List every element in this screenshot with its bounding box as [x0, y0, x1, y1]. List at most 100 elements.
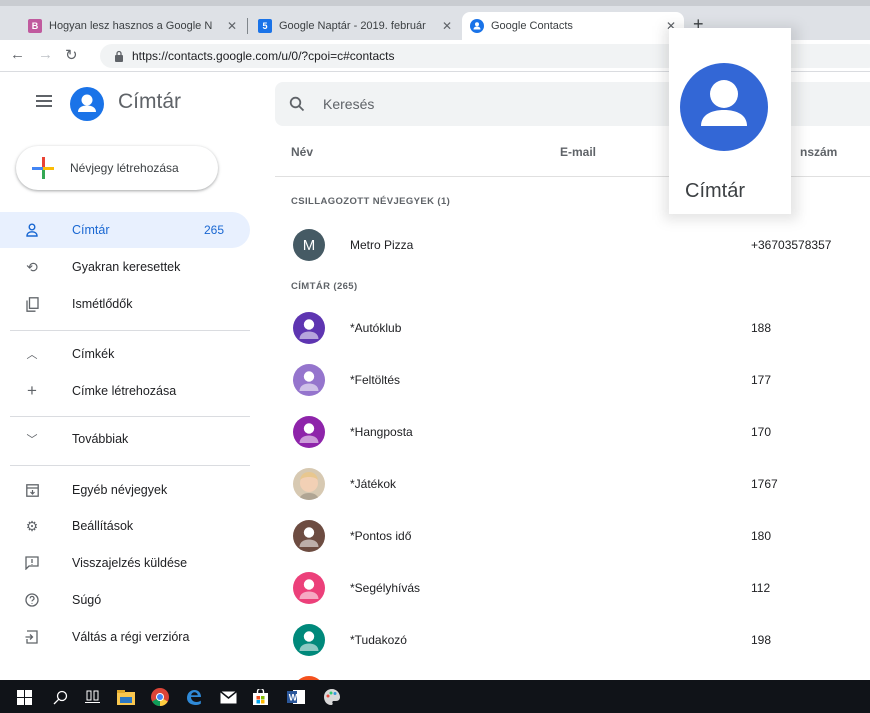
- sidebar-item-label: Beállítások: [72, 519, 134, 533]
- sidebar-item-label: Címkék: [72, 347, 115, 361]
- chrome-icon[interactable]: [150, 687, 170, 707]
- exit-icon: [24, 629, 40, 645]
- column-header-phone[interactable]: nszám: [800, 145, 837, 159]
- sidebar-item-other-contacts[interactable]: Egyéb névjegyek: [0, 472, 250, 508]
- blogger-favicon-icon: B: [28, 19, 42, 33]
- contact-row[interactable]: *Pontos idő 180: [275, 510, 870, 562]
- back-icon[interactable]: ←: [10, 46, 25, 63]
- sidebar-item-more[interactable]: ﹀ Továbbiak: [0, 421, 250, 457]
- forward-icon[interactable]: →: [38, 46, 53, 63]
- zoom-callout: Címtár: [669, 28, 791, 214]
- file-explorer-icon[interactable]: [116, 687, 136, 707]
- gear-icon: ⚙: [25, 517, 39, 534]
- sidebar-item-contacts[interactable]: Címtár 265: [0, 212, 250, 248]
- contact-phone: 177: [751, 373, 772, 387]
- sidebar-item-duplicates[interactable]: Ismétlődők: [0, 286, 250, 322]
- browser-tab[interactable]: B Hogyan lesz hasznos a Google N ✕: [20, 12, 245, 40]
- browser-tab[interactable]: 5 Google Naptár - 2019. február ✕: [250, 12, 460, 40]
- contact-row[interactable]: *Játékok 1767: [275, 458, 870, 510]
- contact-name: Metro Pizza: [350, 238, 414, 252]
- search-icon: [289, 96, 305, 112]
- contact-phone: +36703578357: [751, 238, 832, 252]
- plus-icon: [32, 157, 54, 179]
- contact-row[interactable]: *Tudakozó 198: [275, 614, 870, 666]
- chevron-up-icon: ︿: [26, 349, 38, 361]
- contact-name: *Tudakozó: [350, 633, 407, 647]
- sidebar-item-frequent[interactable]: ⟲ Gyakran keresettek: [0, 249, 250, 285]
- create-contact-label: Névjegy létrehozása: [70, 161, 179, 175]
- sidebar-item-feedback[interactable]: Visszajelzés küldése: [0, 545, 250, 581]
- sidebar-item-label: Súgó: [72, 593, 102, 607]
- close-icon[interactable]: ✕: [442, 19, 452, 33]
- avatar: [293, 624, 325, 656]
- sidebar-divider: [10, 465, 250, 466]
- search-placeholder: Keresés: [323, 96, 375, 112]
- column-header-email[interactable]: E-mail: [560, 145, 596, 159]
- tab-title: Google Naptár - 2019. február: [279, 20, 426, 32]
- word-icon[interactable]: W: [286, 687, 306, 707]
- sidebar-item-labels[interactable]: ︿ Címkék: [0, 336, 250, 372]
- avatar: M: [293, 229, 325, 261]
- contact-name: *Játékok: [350, 477, 397, 491]
- contact-name: *Pontos idő: [350, 529, 412, 543]
- calendar-favicon-icon: 5: [258, 19, 272, 33]
- contact-phone: 198: [751, 633, 772, 647]
- edge-icon[interactable]: [184, 687, 204, 707]
- sidebar-item-help[interactable]: Súgó: [0, 582, 250, 618]
- contact-phone: 112: [751, 581, 771, 595]
- search-icon[interactable]: [50, 687, 70, 707]
- lock-icon: [115, 50, 123, 62]
- sidebar-item-create-label[interactable]: + Címke létrehozása: [0, 373, 250, 409]
- contact-row[interactable]: *Hangposta 170: [275, 406, 870, 458]
- sidebar-item-old-version[interactable]: Váltás a régi verzióra: [0, 619, 250, 655]
- sidebar-divider: [10, 330, 250, 331]
- column-header-name[interactable]: Név: [291, 145, 313, 159]
- mail-icon[interactable]: [218, 687, 238, 707]
- contact-name: *Segélyhívás: [350, 581, 421, 595]
- zoom-title: Címtár: [685, 180, 745, 202]
- sidebar-item-label: Egyéb névjegyek: [72, 483, 168, 497]
- sidebar-item-settings[interactable]: ⚙ Beállítások: [0, 508, 250, 544]
- contact-row[interactable]: *Segélyhívás 112: [275, 562, 870, 614]
- contacts-logo-icon: [680, 63, 768, 151]
- close-icon[interactable]: ✕: [227, 19, 237, 33]
- store-icon[interactable]: [250, 687, 270, 707]
- contact-row[interactable]: M Metro Pizza +36703578357: [275, 219, 870, 271]
- avatar: [293, 520, 325, 552]
- contacts-section-header: CÍMTÁR (265): [291, 281, 358, 292]
- avatar: [293, 468, 325, 500]
- history-icon: ⟲: [26, 258, 38, 275]
- sidebar-item-label: Továbbiak: [72, 432, 129, 446]
- windows-taskbar: W: [0, 680, 870, 713]
- sidebar-item-label: Gyakran keresettek: [72, 260, 181, 274]
- avatar: [293, 416, 325, 448]
- browser-tab-active[interactable]: Google Contacts ✕: [462, 12, 684, 40]
- sidebar-item-label: Címke létrehozása: [72, 384, 177, 398]
- copy-icon: [24, 296, 40, 312]
- contact-name: *Feltöltés: [350, 373, 401, 387]
- person-icon: [24, 222, 40, 238]
- tab-separator: [247, 18, 248, 34]
- sidebar-item-label: Címtár: [72, 223, 110, 237]
- url-text: https://contacts.google.com/u/0/?cpoi=c#…: [132, 49, 395, 63]
- tab-title: Google Contacts: [491, 20, 573, 32]
- tab-title: Hogyan lesz hasznos a Google N: [49, 20, 213, 32]
- main-menu-icon[interactable]: [36, 95, 52, 107]
- contact-row[interactable]: *Feltöltés 177: [275, 354, 870, 406]
- paint-icon[interactable]: [322, 687, 342, 707]
- app-title: Címtár: [118, 90, 181, 113]
- plus-icon: +: [27, 381, 37, 400]
- task-view-icon[interactable]: [82, 687, 102, 707]
- svg-text:W: W: [289, 693, 298, 703]
- contact-row[interactable]: *Autóklub 188: [275, 302, 870, 354]
- reload-icon[interactable]: ↻: [65, 46, 78, 64]
- windows-start-icon[interactable]: [14, 687, 34, 707]
- contact-name: *Hangposta: [350, 425, 413, 439]
- sidebar-item-label: Váltás a régi verzióra: [72, 630, 190, 644]
- avatar: [293, 572, 325, 604]
- contacts-logo-icon: [70, 87, 104, 121]
- feedback-icon: [24, 555, 40, 571]
- create-contact-button[interactable]: Névjegy létrehozása: [16, 146, 218, 190]
- contact-count: 265: [204, 223, 225, 237]
- avatar: [293, 312, 325, 344]
